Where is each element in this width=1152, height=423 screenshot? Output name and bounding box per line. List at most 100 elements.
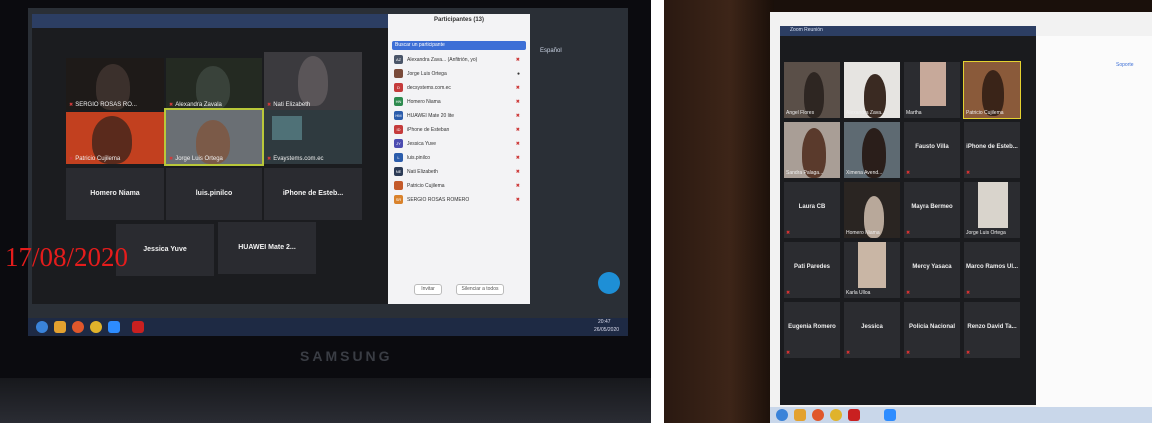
chat-bubble-button[interactable] bbox=[598, 272, 620, 294]
video-tile[interactable]: Eugenia Romero ✖ bbox=[784, 302, 840, 358]
mic-muted-icon: ✖ bbox=[966, 170, 971, 176]
participant-row[interactable]: L luis.pinilco ✖ bbox=[392, 152, 526, 164]
video-tile[interactable]: Ximena Avend... bbox=[844, 122, 900, 178]
window-title: Zoom Reunión bbox=[790, 27, 823, 33]
video-tile[interactable]: Karla Ulloa bbox=[844, 242, 900, 298]
video-tile[interactable]: SERGIO ROSAS RO... bbox=[66, 58, 164, 110]
video-tile[interactable]: Martha bbox=[904, 62, 960, 118]
mic-muted-icon: ✖ bbox=[786, 290, 791, 296]
invite-button[interactable]: Invitar bbox=[414, 284, 442, 295]
explorer-icon[interactable] bbox=[794, 409, 806, 421]
tile-display-name: iPhone de Esteb... bbox=[966, 144, 1018, 151]
participant-name: SERGIO ROSAS ROMERO bbox=[407, 197, 470, 203]
windows-taskbar bbox=[770, 407, 1152, 423]
participants-title: Participantes (13) bbox=[433, 17, 485, 23]
video-tile[interactable]: Mayra Bermeo ✖ bbox=[904, 182, 960, 238]
mic-muted-icon[interactable]: ✖ bbox=[516, 127, 520, 133]
video-tile[interactable]: iPhone de Esteb... ✖ bbox=[964, 122, 1020, 178]
video-tile[interactable]: Jorge Luis Ortega bbox=[964, 182, 1020, 238]
mic-muted-icon[interactable]: ✖ bbox=[516, 197, 520, 203]
video-tile[interactable]: Alexandra Zava... bbox=[844, 62, 900, 118]
participant-row[interactable]: AZ Alexandra Zava... (Anfitrión, yo) ✖ bbox=[392, 54, 526, 66]
video-tile[interactable]: Homero Niama bbox=[66, 168, 164, 220]
video-tile[interactable]: Fausto Villa ✖ bbox=[904, 122, 960, 178]
support-link[interactable]: Soporte bbox=[1116, 62, 1134, 68]
pdf-icon[interactable] bbox=[848, 409, 860, 421]
tile-name: Alexandra Zavala bbox=[169, 102, 222, 108]
start-icon[interactable] bbox=[776, 409, 788, 421]
video-tile[interactable]: Jessica Yuve bbox=[116, 224, 214, 276]
video-tile[interactable]: Jessica ✖ bbox=[844, 302, 900, 358]
photo-inset bbox=[978, 182, 1008, 228]
avatar bbox=[394, 181, 403, 190]
participant-row[interactable]: Patricio Cujilema ✖ bbox=[392, 180, 526, 192]
video-tile[interactable]: Angel Flores bbox=[784, 62, 840, 118]
mic-muted-icon[interactable]: ✖ bbox=[516, 99, 520, 105]
video-tile[interactable]: Mercy Yasaca ✖ bbox=[904, 242, 960, 298]
mic-muted-icon[interactable]: ✖ bbox=[516, 155, 520, 161]
video-tile[interactable]: Renzo David Ta... ✖ bbox=[964, 302, 1020, 358]
mute-all-button[interactable]: Silenciar a todos bbox=[456, 284, 504, 295]
chrome-icon[interactable] bbox=[90, 321, 102, 333]
video-tile[interactable]: Patricio Cujilema bbox=[66, 112, 164, 164]
background-document bbox=[1036, 36, 1152, 407]
monitor-screen: Zoom Reunión Angel Flores Alexandra Zava… bbox=[770, 12, 1152, 407]
participant-row[interactable]: ID iPhone de Esteban ✖ bbox=[392, 124, 526, 136]
participant-name: iPhone de Esteban bbox=[407, 127, 450, 133]
video-tile[interactable]: HUAWEI Mate 2... bbox=[218, 222, 316, 274]
video-tile[interactable]: luis.pinilco bbox=[166, 168, 262, 220]
tile-name: Ximena Avend... bbox=[846, 170, 883, 176]
participant-search-input[interactable]: Buscar un participante bbox=[392, 41, 526, 50]
avatar: HM bbox=[394, 111, 403, 120]
photo-inset bbox=[858, 242, 886, 288]
participant-row[interactable]: JY Jessica Yuve ✖ bbox=[392, 138, 526, 150]
mic-muted-icon: ✖ bbox=[786, 230, 791, 236]
pdf-icon[interactable] bbox=[132, 321, 144, 333]
participant-row[interactable]: D decsystems.com.ec ✖ bbox=[392, 82, 526, 94]
participant-row[interactable]: HM HUAWEI Mate 20 lite ✖ bbox=[392, 110, 526, 122]
zoom-icon[interactable] bbox=[884, 409, 896, 421]
mic-icon[interactable]: ● bbox=[517, 71, 520, 77]
video-tile[interactable]: Nati Elizabeth bbox=[264, 52, 362, 110]
chrome-icon[interactable] bbox=[830, 409, 842, 421]
video-tile[interactable]: Marco Ramos Ul... ✖ bbox=[964, 242, 1020, 298]
active-speaker-tile[interactable]: Jorge Luis Ortega bbox=[164, 108, 264, 166]
tile-name: Jorge Luis Ortega bbox=[966, 230, 1006, 236]
tile-display-name: Eugenia Romero bbox=[788, 324, 836, 331]
video-tile[interactable]: Laura CB ✖ bbox=[784, 182, 840, 238]
avatar: HN bbox=[394, 97, 403, 106]
start-icon[interactable] bbox=[36, 321, 48, 333]
language-selector[interactable]: Español bbox=[540, 48, 562, 54]
firefox-icon[interactable] bbox=[72, 321, 84, 333]
zoom-icon[interactable] bbox=[108, 321, 120, 333]
mic-muted-icon[interactable]: ✖ bbox=[516, 85, 520, 91]
laptop-keyboard bbox=[0, 378, 651, 423]
clock: 20:47 bbox=[598, 319, 611, 325]
tile-name: Patricio Cujilema bbox=[69, 156, 120, 162]
participant-row[interactable]: NE Nati Elizabeth ✖ bbox=[392, 166, 526, 178]
tile-display-name: Homero Niama bbox=[90, 189, 140, 197]
video-tile[interactable]: Sandra Palaga... bbox=[784, 122, 840, 178]
mic-muted-icon[interactable]: ✖ bbox=[516, 113, 520, 119]
wooden-cabinet bbox=[664, 0, 774, 423]
video-tile[interactable]: iPhone de Esteb... bbox=[264, 168, 362, 220]
mic-muted-icon[interactable]: ✖ bbox=[516, 183, 520, 189]
tile-name: Sandra Palaga... bbox=[786, 170, 824, 176]
mic-muted-icon[interactable]: ✖ bbox=[516, 141, 520, 147]
mic-muted-icon[interactable]: ✖ bbox=[516, 57, 520, 63]
participant-row[interactable]: HN Homero Niama ✖ bbox=[392, 96, 526, 108]
video-tile[interactable]: Policía Nacional ✖ bbox=[904, 302, 960, 358]
participant-row[interactable]: SR SERGIO ROSAS ROMERO ✖ bbox=[392, 194, 526, 206]
tile-display-name: Mayra Bermeo bbox=[911, 204, 953, 211]
video-tile[interactable]: Evaystems.com.ec bbox=[264, 110, 362, 164]
explorer-icon[interactable] bbox=[54, 321, 66, 333]
video-tile[interactable]: Pati Paredes ✖ bbox=[784, 242, 840, 298]
video-tile[interactable]: Alexandra Zavala bbox=[166, 58, 262, 110]
tile-name: Karla Ulloa bbox=[846, 290, 871, 296]
video-tile[interactable]: Homero Niama bbox=[844, 182, 900, 238]
mic-muted-icon[interactable]: ✖ bbox=[516, 169, 520, 175]
active-speaker-tile[interactable]: Patricio Cujilema bbox=[963, 61, 1021, 119]
firefox-icon[interactable] bbox=[812, 409, 824, 421]
avatar: AZ bbox=[394, 55, 403, 64]
participant-row[interactable]: Jorge Luis Ortega ● bbox=[392, 68, 526, 80]
